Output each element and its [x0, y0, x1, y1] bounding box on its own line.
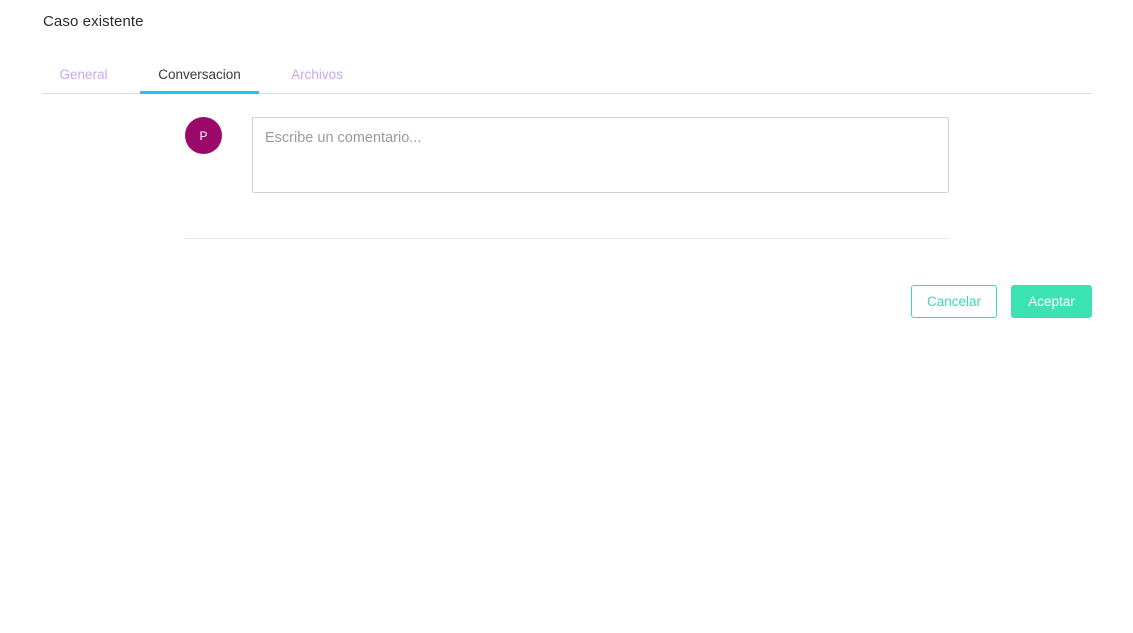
avatar: P: [185, 117, 222, 154]
tab-bar: General Conversacion Archivos: [42, 60, 1092, 94]
tab-conversacion[interactable]: Conversacion: [140, 60, 259, 94]
dialog-title: Caso existente: [43, 13, 144, 30]
accept-button[interactable]: Aceptar: [1011, 285, 1092, 318]
divider: [185, 238, 949, 239]
cancel-button[interactable]: Cancelar: [911, 285, 997, 318]
comment-input[interactable]: [252, 117, 949, 193]
tab-archivos[interactable]: Archivos: [274, 60, 360, 94]
tab-general[interactable]: General: [42, 60, 125, 94]
case-dialog: Caso existente General Conversacion Arch…: [0, 0, 1133, 633]
